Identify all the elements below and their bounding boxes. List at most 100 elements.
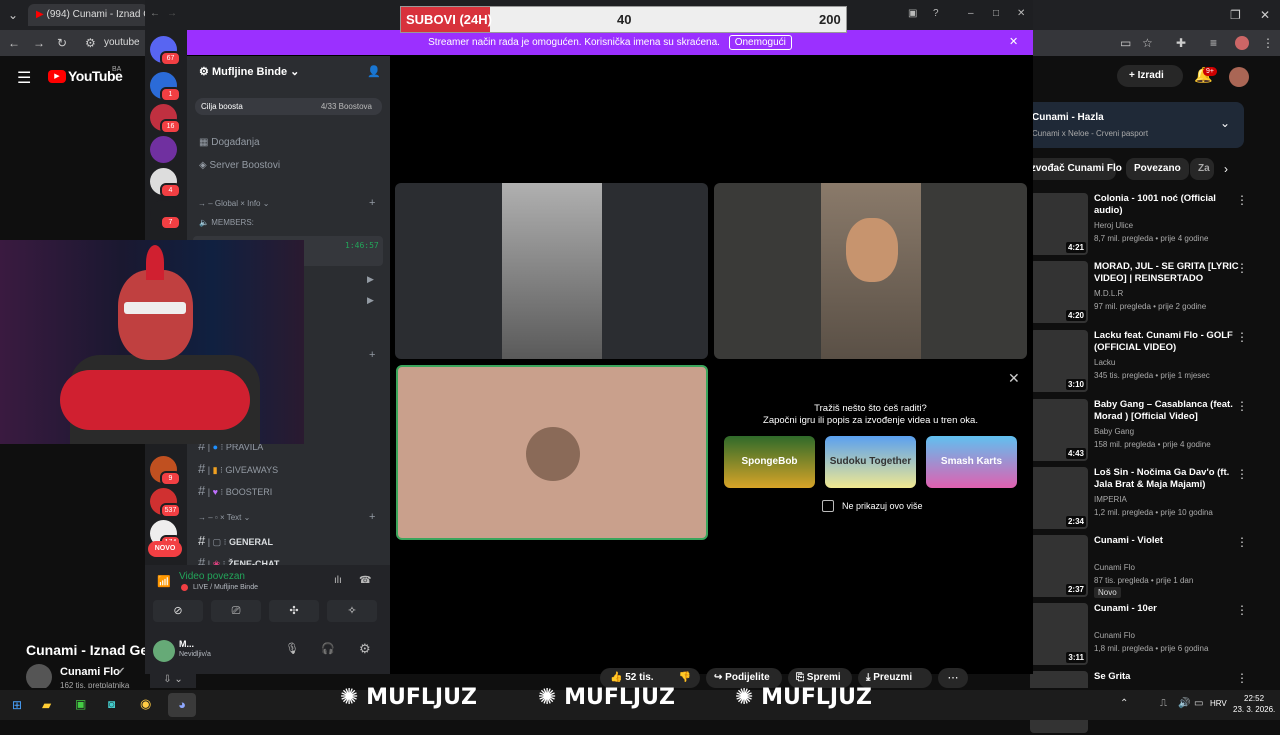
video-thumbnail[interactable]: 4:43 — [1030, 399, 1088, 461]
camera-off-button[interactable]: ⊘ — [153, 600, 203, 622]
game-smash-karts[interactable]: Smash Karts — [926, 436, 1017, 488]
server-icon[interactable]: 16 — [150, 104, 181, 134]
members-channel[interactable]: 🔈 MEMBERS: — [199, 218, 254, 227]
profile-avatar[interactable] — [1235, 36, 1249, 50]
video-thumbnail[interactable]: 2:37 — [1030, 535, 1088, 597]
help-icon[interactable]: ? — [933, 8, 939, 19]
recommendation-item[interactable]: 4:20 MORAD, JUL - SE GRITA [LYRIC VIDEO] … — [1030, 261, 1270, 325]
server-icon[interactable]: 4 — [150, 168, 181, 198]
recommendation-item[interactable]: 2:37 Cunami - Violet Cunami Flo 87 tis. pre… — [1030, 535, 1270, 599]
settings-gear-icon[interactable]: ⚙ — [359, 641, 371, 657]
speaking-user-tile[interactable] — [396, 365, 708, 540]
recommendation-item[interactable]: 4:43 Baby Gang – Casablanca (feat. Morad … — [1030, 399, 1270, 463]
filter-chip-more[interactable]: Za — [1190, 158, 1214, 180]
events-item[interactable]: ▦ Događanja — [199, 137, 260, 148]
video-title[interactable]: Colonia - 1001 noć (Official audio) — [1094, 193, 1244, 217]
recommendation-item[interactable]: 3:11 Cunami - 10er Cunami Flo 1,8 mil. preg… — [1030, 603, 1270, 667]
discord-taskbar-icon[interactable]: ◕ — [168, 693, 196, 717]
video-thumbnail[interactable]: 2:34 — [1030, 467, 1088, 529]
inbox-icon[interactable]: ▣ — [908, 8, 917, 19]
soundboard-button[interactable]: ✧ — [327, 600, 377, 622]
add-channel-icon[interactable]: + — [369, 197, 375, 209]
boost-goal-bar[interactable]: Cilja boosta 4/33 Boostova — [195, 98, 382, 115]
create-button[interactable]: + Izradi — [1117, 65, 1183, 87]
battery-icon[interactable]: ▭ — [1194, 698, 1203, 709]
chrome-icon[interactable]: ◉ — [140, 696, 151, 712]
channel-name[interactable]: Cunami Flo — [60, 666, 120, 678]
video-thumbnail[interactable]: 3:10 — [1030, 330, 1088, 392]
more-options-icon[interactable]: ⋮ — [1236, 330, 1248, 344]
filter-chip-artist[interactable]: Izvođač Cunami Flo — [1020, 158, 1122, 180]
add-channel-icon[interactable]: + — [369, 511, 375, 523]
server-icon[interactable]: 67 — [150, 36, 181, 66]
more-options-icon[interactable]: ⋮ — [1236, 467, 1248, 481]
video-thumbnail[interactable]: 3:11 — [1030, 603, 1088, 665]
recommendation-item[interactable]: 3:10 Lacku feat. Cunami Flo - GOLF (OFFIC… — [1030, 330, 1270, 394]
more-options-icon[interactable]: ⋮ — [1236, 261, 1248, 275]
file-explorer-icon[interactable]: ▰ — [42, 698, 51, 712]
category-text[interactable]: → – ▫ × Text ⌄ — [198, 513, 250, 522]
address-bar[interactable]: youtube — [104, 37, 140, 48]
invite-people-icon[interactable]: 👤 — [367, 65, 381, 78]
server-icon[interactable]: 7 — [150, 200, 181, 230]
store-icon[interactable]: ▣ — [75, 697, 86, 711]
more-options-icon[interactable]: ⋮ — [1236, 603, 1248, 617]
more-options-icon[interactable]: ⋮ — [1236, 193, 1248, 207]
discord-overlay-toggle[interactable]: ⇩ ⌄ — [150, 672, 196, 688]
microphone-icon[interactable]: 🎙 — [285, 642, 299, 655]
clock-time[interactable]: 22:52 — [1244, 694, 1264, 703]
close-icon[interactable]: ✕ — [1017, 8, 1025, 19]
server-boosts-item[interactable]: ◈ Server Boostovi — [199, 160, 280, 171]
more-options-icon[interactable]: ⋮ — [1236, 535, 1248, 549]
dont-show-checkbox[interactable] — [822, 500, 834, 512]
channel-boosters[interactable]: # | ♥ ⁝ BOOSTERI — [198, 483, 272, 498]
close-icon[interactable]: ✕ — [1008, 370, 1020, 387]
disconnect-icon[interactable]: ☎ — [359, 575, 371, 586]
video-title[interactable]: Baby Gang – Casablanca (feat. Morad ) [O… — [1094, 399, 1244, 423]
participant-video-tile[interactable] — [714, 183, 1027, 359]
recommendation-item[interactable]: 4:21 Colonia - 1001 noć (Official audio) H… — [1030, 193, 1270, 257]
keyboard-language[interactable]: HRV — [1210, 699, 1227, 708]
hamburger-menu-icon[interactable]: ☰ — [17, 68, 31, 88]
video-title[interactable]: Cunami - 10er — [1094, 603, 1244, 615]
chevron-right-icon[interactable]: › — [1224, 162, 1228, 176]
more-actions-button[interactable]: ⋯ — [938, 668, 968, 688]
window-restore-icon[interactable]: ❐ — [1230, 8, 1241, 22]
back-icon[interactable]: ← — [8, 36, 20, 50]
recommendation-item[interactable]: 2:34 Loš Sin - Nočima Ga Dav'o (ft. Jala … — [1030, 467, 1270, 531]
network-icon[interactable]: ⎍ — [1160, 698, 1167, 709]
video-thumbnail[interactable]: 4:20 — [1030, 261, 1088, 323]
game-spongebob[interactable]: SpongeBob — [724, 436, 815, 488]
playlist-panel[interactable]: Cunami - Hazla Cunami x Neloe - Crveni p… — [1030, 102, 1244, 148]
clock-date[interactable]: 23. 3. 2026. — [1233, 705, 1275, 714]
add-channel-icon[interactable]: + — [369, 349, 375, 361]
volume-icon[interactable]: 🔊 — [1178, 698, 1190, 709]
system-tray-icon[interactable]: ⌃ — [1120, 698, 1128, 709]
activities-button[interactable]: ✣ — [269, 600, 319, 622]
site-info-icon[interactable]: ⚙ — [85, 36, 96, 50]
filter-chip-related[interactable]: Povezano — [1126, 158, 1189, 180]
start-windows-icon[interactable]: ⊞ — [12, 698, 22, 712]
video-title[interactable]: Se Grita — [1094, 671, 1244, 683]
server-icon[interactable]: 9 — [150, 456, 181, 486]
bookmark-star-icon[interactable]: ☆ — [1142, 36, 1153, 50]
voice-channel-name[interactable]: LIVE / Mufljine Binde — [193, 584, 258, 591]
back-icon[interactable]: ← — [150, 8, 160, 19]
video-title[interactable]: Cunami - Violet — [1094, 535, 1244, 547]
channel-giveaways[interactable]: # | ▮ ⁝ GIVEAWAYS — [198, 461, 278, 476]
extensions-icon[interactable]: ✚ — [1176, 36, 1186, 50]
server-icon[interactable]: 1 — [150, 72, 181, 102]
cast-icon[interactable]: ▭ — [1120, 36, 1131, 50]
server-icon[interactable] — [150, 136, 177, 163]
browser-tab[interactable]: ▶ (994) Cunami - Iznad Geta — [28, 4, 148, 26]
maximize-icon[interactable]: □ — [993, 8, 999, 19]
forward-icon[interactable]: → — [167, 8, 177, 19]
category-global-info[interactable]: → – Global × Info ⌄ — [198, 199, 269, 208]
more-options-icon[interactable]: ⋮ — [1236, 671, 1248, 685]
minimize-icon[interactable]: – — [968, 8, 974, 19]
youtube-logo-icon[interactable]: ▶ — [48, 70, 66, 83]
disable-streamer-mode-button[interactable]: Onemogući — [728, 35, 792, 50]
video-thumbnail[interactable]: 4:21 — [1030, 193, 1088, 255]
more-options-icon[interactable]: ⋮ — [1236, 399, 1248, 413]
channel-general[interactable]: # | ▢ ⁝ GENERAL — [198, 533, 273, 548]
